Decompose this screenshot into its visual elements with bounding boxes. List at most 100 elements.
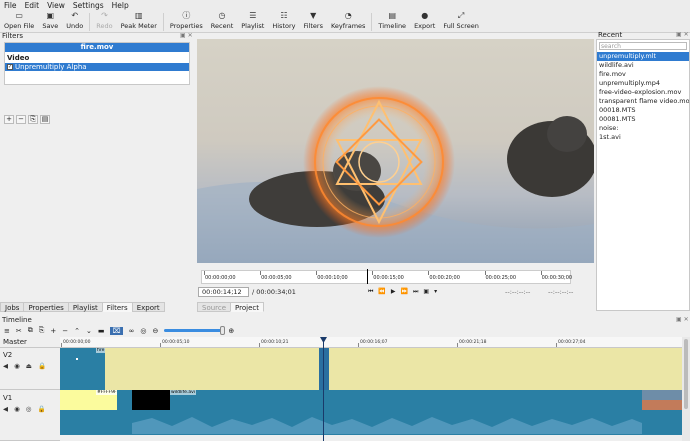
menu-file[interactable]: File	[4, 1, 17, 10]
timeline-ruler-tick	[160, 343, 161, 347]
play-icon[interactable]: ▶	[391, 288, 396, 296]
append-icon[interactable]: +	[50, 327, 56, 335]
export-icon: ●	[421, 11, 429, 20]
menu-icon[interactable]: ≡	[4, 327, 10, 335]
toolbar-button-label: Keyframes	[330, 22, 366, 30]
split-icon[interactable]: ▬	[98, 327, 105, 335]
fast-forward-icon[interactable]: ⏩	[401, 288, 408, 296]
keyframes-button[interactable]: ◔ Keyframes	[327, 11, 369, 33]
info-icon: ⓘ	[182, 11, 191, 20]
toolbar-separator	[89, 13, 91, 31]
timeline-clip[interactable]: #FFFF9F	[60, 390, 117, 435]
tab-project[interactable]: Project	[230, 302, 264, 312]
tab-filters[interactable]: Filters	[101, 302, 133, 312]
timeline-scrollbar[interactable]	[682, 337, 690, 441]
zoom-in-icon[interactable]: ⊕	[228, 327, 234, 335]
tab-export[interactable]: Export	[131, 302, 165, 312]
skip-end-icon[interactable]: ⏭	[413, 288, 418, 296]
timeline-playhead[interactable]	[323, 337, 324, 441]
timeline-clip[interactable]: fire	[60, 348, 105, 390]
funnel-icon: ▼	[310, 11, 317, 20]
volume-icon[interactable]: ▾	[434, 288, 437, 296]
ripple-icon[interactable]: ∞	[129, 327, 135, 335]
menu-settings[interactable]: Settings	[73, 1, 104, 10]
tab-jobs[interactable]: Jobs	[0, 302, 25, 312]
zoom-slider-handle[interactable]	[220, 326, 226, 335]
overwrite-icon[interactable]: ⌄	[86, 327, 92, 335]
skip-start-icon[interactable]: ⏮	[368, 288, 373, 296]
toolbar-button-label: Full Screen	[443, 22, 479, 30]
open-file-button[interactable]: ▭ Open File	[0, 11, 38, 33]
remove-icon[interactable]: −	[62, 327, 68, 335]
redo-button[interactable]: ↷ Redo	[92, 11, 116, 33]
recent-list-item[interactable]: unpremultiply.mp4	[597, 79, 689, 88]
track-header-v2[interactable]: V2 ◀ ◉ ⏏ 🔒	[0, 348, 60, 390]
playlist-button[interactable]: ☰ Playlist	[237, 11, 268, 33]
zoom-out-icon[interactable]: ⊖	[153, 327, 159, 335]
menu-edit[interactable]: Edit	[25, 1, 40, 10]
menu-view[interactable]: View	[47, 1, 65, 10]
filter-checkbox[interactable]: ✓	[7, 64, 13, 70]
peak-meter-button[interactable]: ▥ Peak Meter	[117, 11, 161, 33]
recent-list-item[interactable]: fire.mov	[597, 70, 689, 79]
lift-icon[interactable]: ⌃	[74, 327, 80, 335]
track-v2[interactable]: fire	[60, 348, 682, 390]
recent-button[interactable]: ◷ Recent	[207, 11, 237, 33]
tab-playlist[interactable]: Playlist	[67, 302, 103, 312]
copy-filter-button[interactable]: ⎘	[28, 115, 38, 124]
zoom-slider[interactable]	[164, 326, 226, 335]
recent-list-item[interactable]: wildlife.avi	[597, 61, 689, 70]
menu-help[interactable]: Help	[112, 1, 129, 10]
recent-list-item[interactable]: unpremultiply.mlt	[597, 52, 689, 61]
timeline-clip[interactable]	[642, 390, 682, 410]
remove-filter-button[interactable]: −	[16, 115, 26, 124]
rewind-icon[interactable]: ⏪	[378, 288, 385, 296]
add-filter-button[interactable]: +	[4, 115, 14, 124]
full-screen-button[interactable]: ⤢ Full Screen	[439, 11, 483, 33]
track-controls-icons[interactable]: ◀ ◉ ⏏ 🔒	[0, 362, 60, 370]
track-header-master[interactable]: Master	[0, 337, 60, 348]
scrollbar-thumb[interactable]	[684, 339, 688, 409]
left-tabs: Jobs Properties Playlist Filters Export	[0, 302, 165, 312]
scrub-icon[interactable]: ◎	[140, 327, 146, 335]
snap-icon[interactable]: ⌧	[110, 326, 123, 335]
track-v1[interactable]: #FFFF9F wildlife.avi	[60, 390, 682, 435]
timeline-button[interactable]: ▤ Timeline	[374, 11, 410, 33]
recent-list-item[interactable]: 00081.MTS	[597, 115, 689, 124]
filter-item[interactable]: ✓ Unpremultiply Alpha	[5, 63, 189, 71]
paste-filter-button[interactable]: ▤	[40, 115, 50, 124]
export-button[interactable]: ● Export	[410, 11, 439, 33]
player-playhead[interactable]	[366, 269, 368, 284]
recent-list-item[interactable]: free-video-explosion.mov	[597, 88, 689, 97]
history-button[interactable]: ☷ History	[268, 11, 299, 33]
cut-icon[interactable]: ✂	[16, 327, 22, 335]
recent-search-input[interactable]: search	[599, 42, 687, 50]
toolbar-separator	[162, 13, 164, 31]
filters-button[interactable]: ▼ Filters	[299, 11, 326, 33]
video-preview[interactable]	[197, 39, 594, 263]
save-button[interactable]: ▣ Save	[38, 11, 62, 33]
properties-button[interactable]: ⓘ Properties	[166, 11, 207, 33]
timeline-clip[interactable]: wildlife.avi	[132, 390, 642, 435]
tab-properties[interactable]: Properties	[23, 302, 69, 312]
timeline-ruler-label: 00:00:05;10	[162, 340, 190, 345]
tab-source[interactable]: Source	[197, 302, 232, 312]
recent-list-item[interactable]: noise:	[597, 124, 689, 133]
recent-list-item[interactable]: 1st.avi	[597, 133, 689, 142]
undo-button[interactable]: ↶ Undo	[62, 11, 87, 33]
recent-dock-float-close-icons[interactable]: ▣ ✕	[676, 31, 689, 38]
track-header-v1[interactable]: V1 ◀ ◉ ◎ 🔒	[0, 390, 60, 441]
timeline-dock-float-close-icons[interactable]: ▣ ✕	[676, 316, 689, 323]
recent-list-item[interactable]: 00018.MTS	[597, 106, 689, 115]
recent-list-item[interactable]: transparent flame video.mov	[597, 97, 689, 106]
track-controls-icons[interactable]: ◀ ◉ ◎ 🔒	[0, 405, 60, 413]
dock-float-close-icons[interactable]: ▣ ✕	[180, 32, 193, 39]
paste-icon[interactable]: ⎘	[39, 326, 45, 335]
clock-icon: ◷	[218, 11, 226, 20]
player-ruler[interactable]: 00:00:00;00 00:00:05;00 00:00:10;00 00:00:1…	[201, 269, 572, 284]
loop-icon[interactable]: ▣	[423, 288, 429, 296]
copy-icon[interactable]: ⧉	[28, 326, 33, 335]
timeline-clip[interactable]	[319, 348, 329, 390]
timecode-field[interactable]: 00:00:14;12	[198, 287, 249, 297]
timeline-ruler[interactable]: 00:00:00;00 00:00:05;10 00:00:10;21 00:00:1…	[60, 337, 682, 348]
